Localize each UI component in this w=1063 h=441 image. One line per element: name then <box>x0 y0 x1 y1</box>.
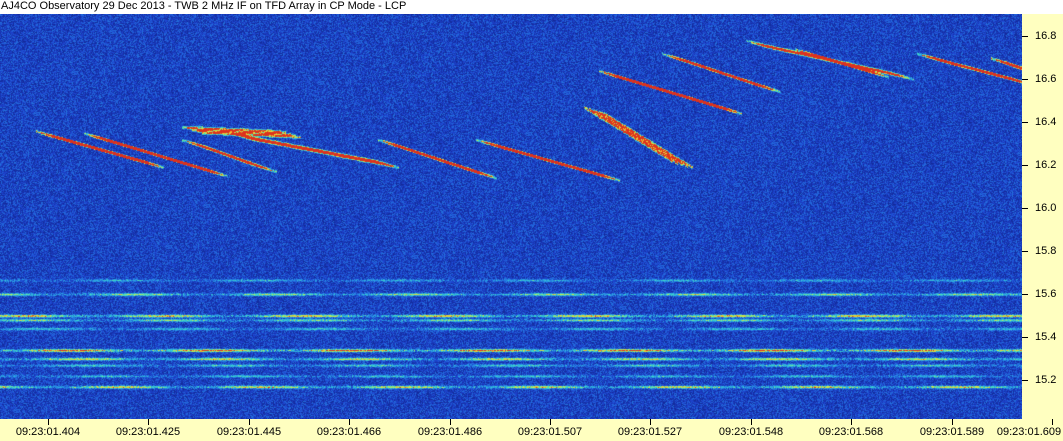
y-tick-mark <box>1022 251 1028 252</box>
y-tick-mark <box>1022 122 1028 123</box>
spectrogram-canvas[interactable] <box>0 14 1022 419</box>
y-tick-label: 15.2 <box>1035 374 1057 386</box>
x-tick-label: 09:23:01.445 <box>216 426 282 438</box>
x-tick-label: 09:23:01.466 <box>316 426 382 438</box>
x-tick-label: 09:23:01.548 <box>718 426 784 438</box>
chart-title: AJ4CO Observatory 29 Dec 2013 - TWB 2 MH… <box>1 0 407 12</box>
x-tick-mark <box>48 419 49 425</box>
y-tick-label: 16.6 <box>1035 73 1057 85</box>
x-tick-label: 09:23:01.609 <box>996 426 1062 438</box>
x-tick-mark <box>851 419 852 425</box>
y-tick-label: 16.2 <box>1035 159 1057 171</box>
x-tick-label: 09:23:01.527 <box>617 426 683 438</box>
x-tick-mark <box>550 419 551 425</box>
y-tick-label: 16.0 <box>1035 202 1057 214</box>
spectrogram-plot-area[interactable] <box>0 14 1022 419</box>
x-tick-label: 09:23:01.486 <box>417 426 483 438</box>
x-tick-mark <box>450 419 451 425</box>
x-tick-mark <box>952 419 953 425</box>
y-tick-mark <box>1022 165 1028 166</box>
x-tick-mark <box>148 419 149 425</box>
x-tick-label: 09:23:01.568 <box>818 426 884 438</box>
y-tick-mark <box>1022 337 1028 338</box>
y-tick-label: 16.4 <box>1035 116 1057 128</box>
x-tick-mark <box>751 419 752 425</box>
x-tick-label: 09:23:01.425 <box>115 426 181 438</box>
x-tick-mark <box>249 419 250 425</box>
y-tick-mark <box>1022 380 1028 381</box>
x-tick-label: 09:23:01.404 <box>15 426 81 438</box>
title-bar: AJ4CO Observatory 29 Dec 2013 - TWB 2 MH… <box>0 0 1063 14</box>
x-tick-mark <box>1052 419 1053 425</box>
y-tick-mark <box>1022 294 1028 295</box>
y-tick-mark <box>1022 79 1028 80</box>
y-tick-mark <box>1022 36 1028 37</box>
y-tick-mark <box>1022 208 1028 209</box>
x-tick-mark <box>349 419 350 425</box>
y-tick-label: 15.8 <box>1035 245 1057 257</box>
y-tick-label: 15.6 <box>1035 288 1057 300</box>
x-tick-label: 09:23:01.507 <box>517 426 583 438</box>
x-tick-mark <box>650 419 651 425</box>
y-tick-label: 15.4 <box>1035 331 1057 343</box>
y-tick-label: 16.8 <box>1035 30 1057 42</box>
x-tick-label: 09:23:01.589 <box>919 426 985 438</box>
